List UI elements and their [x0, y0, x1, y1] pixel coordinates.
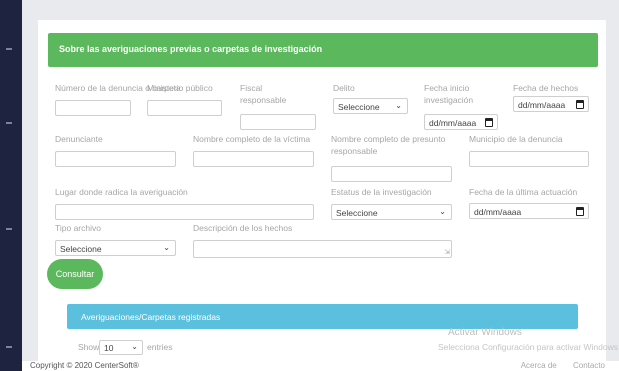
footer-link-about[interactable]: Acerca de [521, 361, 557, 370]
fecha-hechos-input[interactable]: dd/mm/aaaa [513, 96, 589, 112]
calendar-icon[interactable] [576, 100, 584, 109]
card-title: Sobre las averiguaciones previas o carpe… [59, 44, 323, 54]
fecha-inicio-label: Fecha inicio investigación [424, 83, 474, 105]
ministerio-input[interactable] [147, 100, 222, 116]
entries-select[interactable]: 10 ⌄ [99, 340, 143, 355]
tipo-label: Tipo archivo [55, 223, 101, 233]
victima-input[interactable] [193, 151, 314, 167]
fiscal-label: Fiscal responsable [240, 83, 287, 105]
footer: Copyright © 2020 CenterSoft® Acerca de C… [22, 361, 619, 371]
fecha-ultima-value: dd/mm/aaaa [474, 207, 522, 217]
estatus-select[interactable]: Seleccione ⌄ [331, 204, 452, 220]
presunto-input[interactable] [331, 166, 452, 182]
footer-links: Acerca de Contacto [507, 361, 605, 370]
denunciante-label: Denunciante [55, 134, 103, 144]
municipio-input[interactable] [469, 151, 589, 167]
chevron-down-icon: ⌄ [439, 207, 446, 216]
denunciante-input[interactable] [55, 151, 176, 167]
registered-header: Averiguaciones/Carpetas registradas [67, 304, 578, 329]
estatus-value: Seleccione [336, 208, 378, 218]
tipo-select[interactable]: Seleccione ⌄ [55, 240, 176, 256]
fecha-inicio-value: dd/mm/aaaa [429, 118, 477, 128]
registered-title: Averiguaciones/Carpetas registradas [81, 312, 221, 322]
lugar-label: Lugar donde radica la averiguación [55, 187, 188, 197]
calendar-icon[interactable] [576, 207, 584, 216]
search-button[interactable]: Consultar [47, 259, 103, 289]
sidebar-marker [6, 122, 12, 124]
sidebar-marker [6, 228, 12, 230]
windows-watermark-title: Activar Windows [448, 327, 522, 338]
windows-watermark-text: Selecciona Configuración para activar Wi… [438, 342, 619, 352]
fecha-hechos-value: dd/mm/aaaa [518, 100, 566, 110]
ministerio-label: Ministerio público [147, 83, 213, 93]
victima-label: Nombre completo de la víctima [193, 134, 311, 144]
card-header: Sobre las averiguaciones previas o carpe… [48, 33, 598, 67]
sidebar-marker [6, 48, 12, 50]
show-label: Show [78, 342, 100, 352]
delito-select[interactable]: Seleccione ⌄ [333, 98, 408, 114]
estatus-label: Estatus de la investigación [331, 187, 432, 197]
footer-copyright: Copyright © 2020 CenterSoft® [30, 361, 139, 370]
tipo-value: Seleccione [60, 244, 102, 254]
chevron-down-icon: ⌄ [395, 101, 402, 110]
fiscal-input[interactable] [240, 114, 316, 130]
footer-link-contact[interactable]: Contacto [573, 361, 605, 370]
numero-input[interactable] [55, 100, 131, 116]
descripcion-textarea[interactable]: ⇲ [193, 240, 452, 258]
sidebar-marker [6, 346, 12, 348]
resize-grip-icon[interactable]: ⇲ [444, 249, 450, 256]
presunto-label: Nombre completo de presunto responsable [331, 134, 446, 156]
chevron-down-icon: ⌄ [163, 243, 170, 252]
fecha-hechos-label: Fecha de hechos [513, 83, 579, 93]
entries-value: 10 [104, 343, 114, 353]
calendar-icon[interactable] [485, 118, 493, 127]
chevron-down-icon: ⌄ [131, 342, 138, 351]
fecha-ultima-input[interactable]: dd/mm/aaaa [469, 203, 589, 219]
fecha-ultima-label: Fecha de la última actuación [469, 187, 578, 197]
fecha-inicio-input[interactable]: dd/mm/aaaa [424, 114, 498, 130]
municipio-label: Municipio de la denuncia [469, 134, 563, 144]
entries-label: entries [147, 342, 173, 352]
delito-label: Delito [333, 83, 355, 93]
delito-value: Seleccione [338, 102, 380, 112]
descripcion-label: Descripción de los hechos [193, 223, 293, 233]
lugar-input[interactable] [55, 204, 314, 220]
left-sidebar [0, 0, 22, 371]
